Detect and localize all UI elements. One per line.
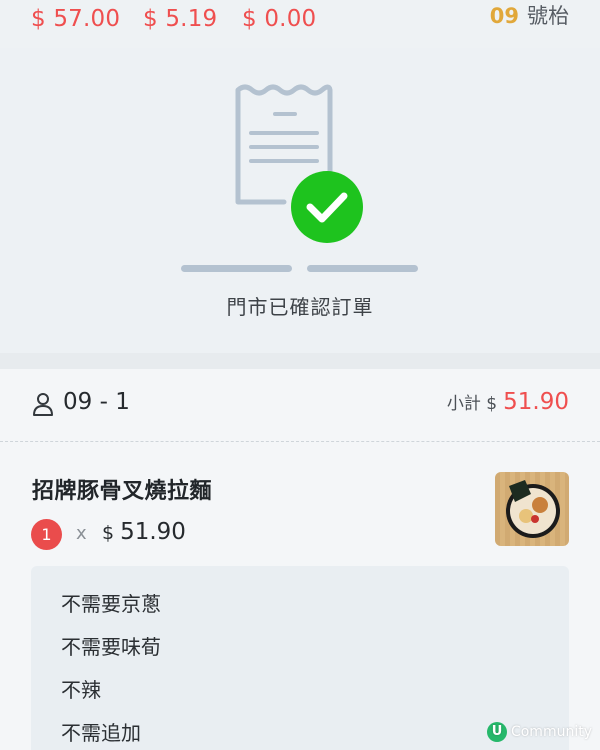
section-divider xyxy=(0,353,600,369)
total-amount: $ 57.00 xyxy=(31,6,121,32)
subtotal-label: 小計 $ xyxy=(446,394,498,414)
order-confirmation-section: 門市已確認訂單 xyxy=(0,48,600,353)
option-item: 不需追加 xyxy=(61,721,141,745)
item-thumbnail[interactable] xyxy=(495,472,569,546)
price-symbol: $ xyxy=(102,522,115,544)
quantity-badge: 1 xyxy=(31,519,62,550)
order-details-panel: 09 - 1 小計 $51.90 招牌豚骨叉燒拉麵 1 x $51.90 不需要… xyxy=(0,369,600,750)
option-item: 不需要京蔥 xyxy=(61,592,161,616)
discount-amount: $ 0.00 xyxy=(242,6,317,32)
subtotal: 小計 $51.90 xyxy=(447,389,569,415)
table-number: 09 號枱 xyxy=(490,0,569,30)
service-charge-amount: $ 5.19 xyxy=(143,6,218,32)
receipt-check-icon xyxy=(181,84,418,272)
ramen-image xyxy=(495,472,569,546)
table-number-value: 09 xyxy=(489,4,519,28)
times-symbol: x xyxy=(76,523,87,544)
unit-price: $51.90 xyxy=(102,519,186,545)
table-number-label: 號枱 xyxy=(527,4,569,28)
price-value: 51.90 xyxy=(120,519,186,545)
option-item: 不需要味荀 xyxy=(61,635,161,659)
person-icon xyxy=(33,393,53,416)
community-watermark: U Community xyxy=(486,721,592,743)
watermark-text: Community xyxy=(510,724,592,740)
item-name: 招牌豚骨叉燒拉麵 xyxy=(32,479,213,504)
order-status-page: $ 57.00 $ 5.19 $ 0.00 09 號枱 門市已確認訂單 09 -… xyxy=(0,0,600,750)
subtotal-value: 51.90 xyxy=(503,389,569,415)
confirmation-message: 門市已確認訂單 xyxy=(226,295,374,319)
totals-bar: $ 57.00 $ 5.19 $ 0.00 09 號枱 xyxy=(0,0,600,48)
order-header: 09 - 1 小計 $51.90 xyxy=(0,369,600,442)
option-item: 不辣 xyxy=(61,678,101,702)
table-code: 09 - 1 xyxy=(63,389,130,415)
u-logo-icon: U xyxy=(486,722,507,742)
